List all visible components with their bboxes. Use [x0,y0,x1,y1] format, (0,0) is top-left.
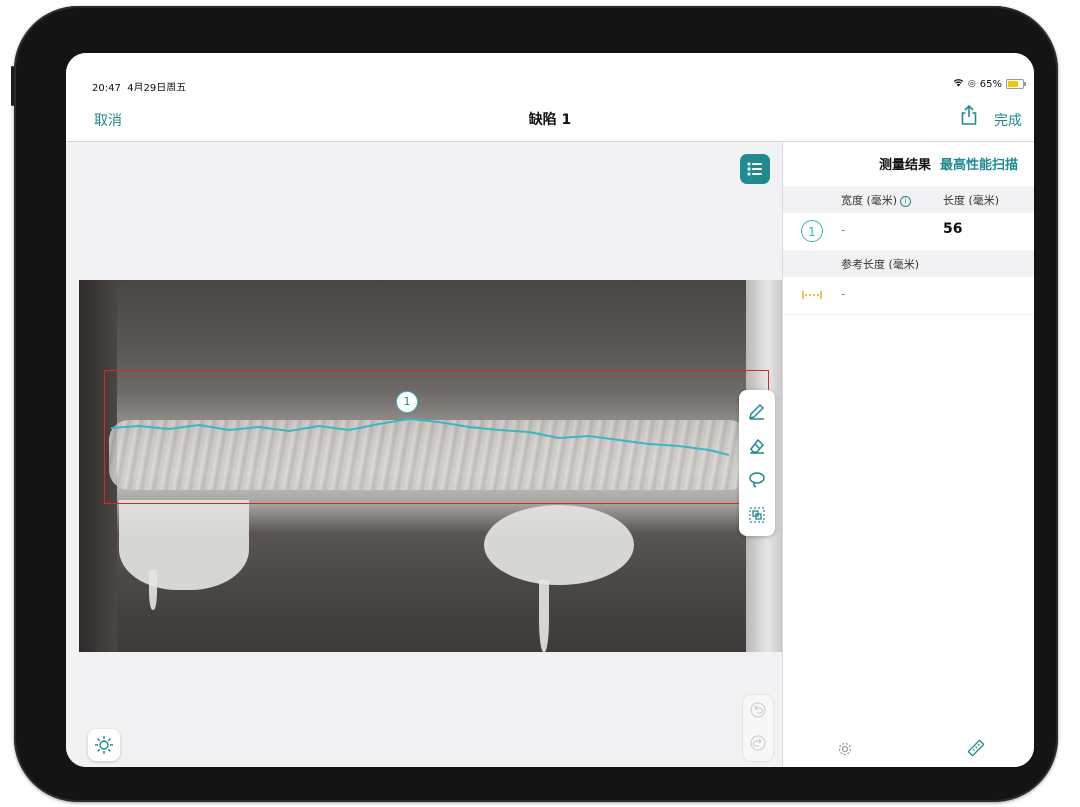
pencil-icon[interactable] [744,398,770,424]
battery-percent: 65% [979,78,1002,90]
reference-length-icon [801,287,823,306]
eraser-icon[interactable] [744,433,770,459]
screen: 20:47 4月29日周五 ◎ 65% 取消 缺陷 1 完成 1 测量结果 最高… [66,53,1034,767]
status-bar: 20:47 4月29日周五 ◎ 65% [66,53,1034,94]
volume-button [11,66,14,106]
info-icon[interactable]: i [900,196,912,207]
lasso-icon[interactable] [744,467,770,493]
location-icon: ◎ [967,79,976,89]
redo-icon[interactable] [750,735,766,755]
length-header: 长度 (毫米) [943,194,1000,207]
done-button[interactable]: 完成 [994,110,1022,130]
brightness-icon[interactable] [88,729,120,761]
panel-header: 测量结果 最高性能扫描 [783,142,1034,186]
ipad-frame: 20:47 4月29日周五 ◎ 65% 取消 缺陷 1 完成 1 测量结果 最高… [11,6,1058,802]
gear-icon[interactable] [837,741,853,761]
undo-redo-group [742,694,774,762]
battery-icon [1006,79,1026,89]
panel-footer [783,731,1034,767]
share-icon[interactable] [960,104,978,129]
defect-marker[interactable]: 1 [396,391,418,413]
navigation-bar: 取消 缺陷 1 完成 [66,91,1034,142]
row-index-badge: 1 [801,220,823,242]
image-canvas: 1 [66,142,782,767]
edit-toolbar [739,390,775,536]
ruler-icon[interactable] [967,739,985,761]
panel-title: 测量结果 [879,158,932,173]
column-header: 宽度 (毫米) i 长度 (毫米) [783,186,1034,213]
weld-photo[interactable]: 1 [79,280,782,652]
reference-row[interactable]: - [783,277,1034,315]
wifi-icon [953,78,964,90]
undo-icon[interactable] [750,702,766,722]
high-performance-scan-link[interactable]: 最高性能扫描 [940,154,1018,173]
select-region-icon[interactable] [744,502,770,528]
status-right: ◎ 65% [953,78,1026,90]
width-header: 宽度 (毫米) i [841,192,912,208]
results-panel: 测量结果 最高性能扫描 宽度 (毫米) i 长度 (毫米) 1 - 56 参考长度… [782,142,1034,767]
table-row[interactable]: 1 - 56 [783,213,1034,250]
reference-length-label: 参考长度 (毫米) [841,258,920,271]
list-icon[interactable] [740,154,770,184]
reference-length-value: - [841,287,846,301]
row-width-value: - [841,223,846,237]
reference-header: 参考长度 (毫米) [783,250,1034,277]
page-title: 缺陷 1 [528,112,572,128]
row-length-value: 56 [943,221,963,237]
detection-box[interactable] [104,370,769,504]
